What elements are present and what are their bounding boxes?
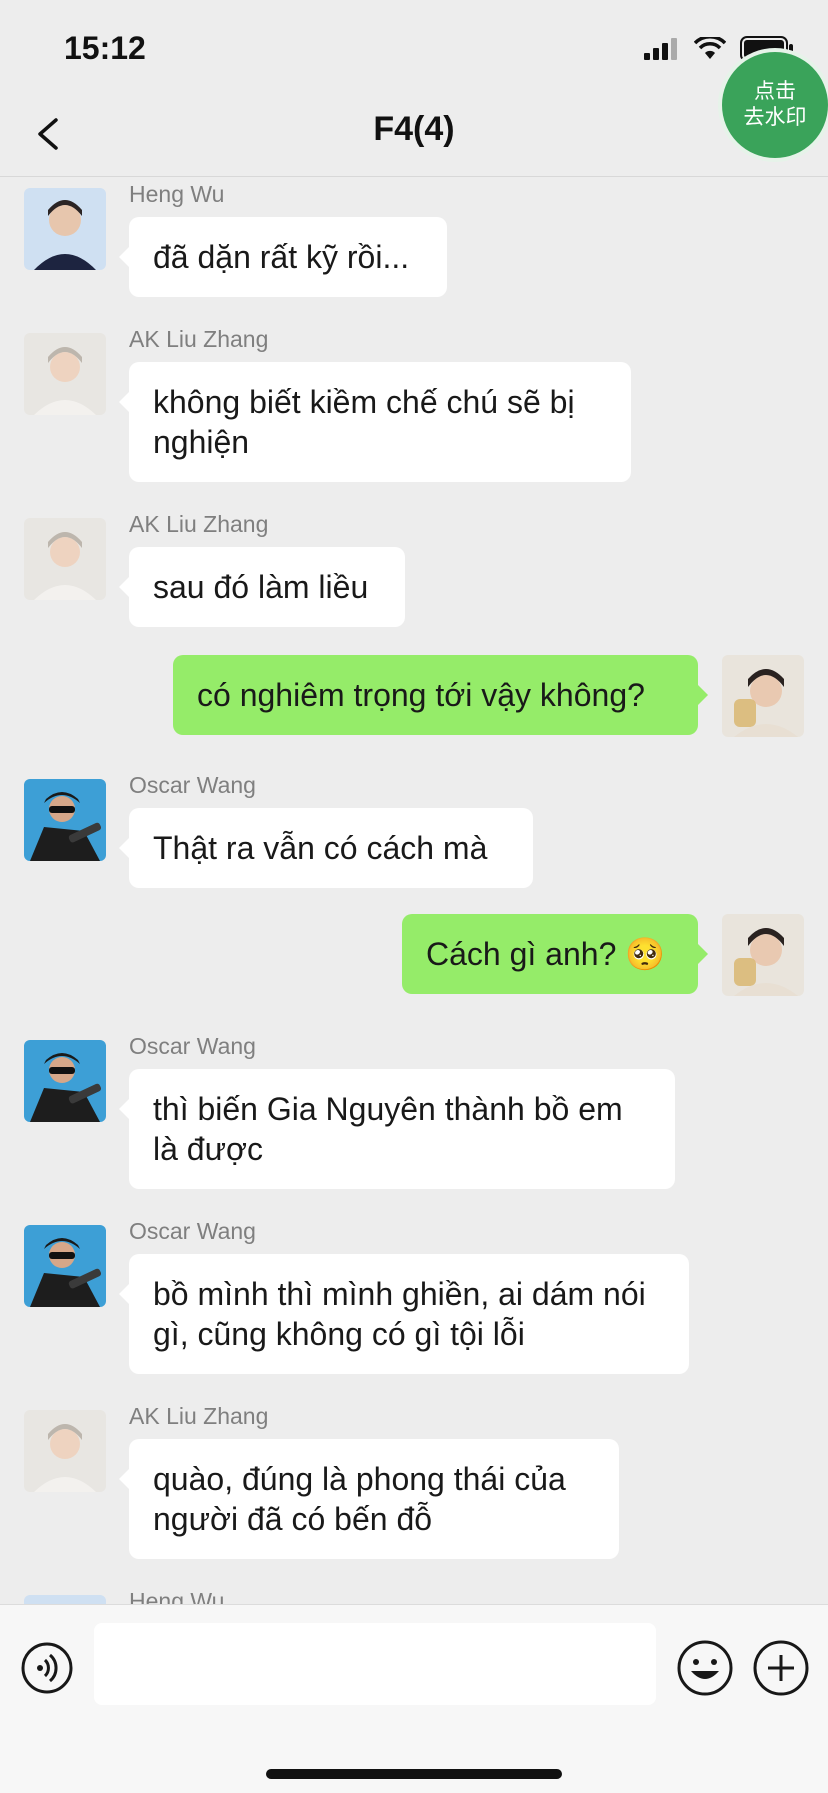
sender-name: AK Liu Zhang bbox=[129, 511, 269, 537]
my-avatar[interactable] bbox=[722, 914, 804, 996]
emoji-icon[interactable] bbox=[676, 1639, 734, 1697]
avatar[interactable] bbox=[24, 518, 106, 600]
avatar[interactable] bbox=[24, 1410, 106, 1492]
message-bubble[interactable]: sau đó làm liều bbox=[119, 547, 405, 627]
voice-icon[interactable] bbox=[20, 1641, 74, 1695]
plus-icon[interactable] bbox=[752, 1639, 810, 1697]
status-bar: 15:12 bbox=[0, 0, 828, 92]
avatar[interactable] bbox=[24, 1595, 106, 1604]
message-bubble[interactable]: không biết kiềm chế chú sẽ bị nghiện bbox=[119, 362, 631, 482]
avatar[interactable] bbox=[24, 333, 106, 415]
chat-header: F4(4) bbox=[0, 92, 828, 177]
message-bubble[interactable]: thì biến Gia Nguyên thành bồ em là được bbox=[119, 1069, 675, 1189]
badge-line-2: 去水印 bbox=[743, 106, 807, 129]
input-bar bbox=[0, 1604, 828, 1793]
avatar[interactable] bbox=[24, 188, 106, 270]
my-avatar[interactable] bbox=[722, 655, 804, 737]
sender-name: Oscar Wang bbox=[129, 1033, 256, 1059]
remove-watermark-badge[interactable]: 点击 去水印 bbox=[722, 52, 828, 158]
sender-name: Oscar Wang bbox=[129, 772, 256, 798]
avatar[interactable] bbox=[24, 1225, 106, 1307]
badge-line-1: 点击 bbox=[754, 80, 796, 103]
chat-title: F4(4) bbox=[373, 110, 455, 148]
message-bubble[interactable]: Thật ra vẫn có cách mà bbox=[119, 808, 533, 888]
message-bubble-outgoing[interactable]: có nghiêm trọng tới vậy không? bbox=[173, 655, 708, 735]
message-bubble-outgoing[interactable]: Cách gì anh? 🥺 bbox=[402, 914, 708, 994]
sender-name: Heng Wu bbox=[129, 1588, 225, 1604]
message-bubble[interactable]: bồ mình thì mình ghiền, ai dám nói gì, c… bbox=[119, 1254, 689, 1374]
message-list[interactable]: Heng Wu đã dặn rất kỹ rồi... AK Liu Zhan… bbox=[0, 177, 828, 1604]
avatar[interactable] bbox=[24, 1040, 106, 1122]
message-bubble[interactable]: đã dặn rất kỹ rồi... bbox=[119, 217, 447, 297]
sender-name: Heng Wu bbox=[129, 181, 225, 207]
sender-name: AK Liu Zhang bbox=[129, 326, 269, 352]
message-bubble[interactable]: quào, đúng là phong thái của người đã có… bbox=[119, 1439, 619, 1559]
home-indicator bbox=[266, 1769, 562, 1779]
status-time: 15:12 bbox=[64, 30, 146, 66]
sender-name: AK Liu Zhang bbox=[129, 1403, 269, 1429]
wifi-icon bbox=[694, 37, 726, 59]
avatar[interactable] bbox=[24, 779, 106, 861]
sender-name: Oscar Wang bbox=[129, 1218, 256, 1244]
message-input[interactable] bbox=[94, 1623, 656, 1705]
signal-icon bbox=[644, 38, 677, 60]
